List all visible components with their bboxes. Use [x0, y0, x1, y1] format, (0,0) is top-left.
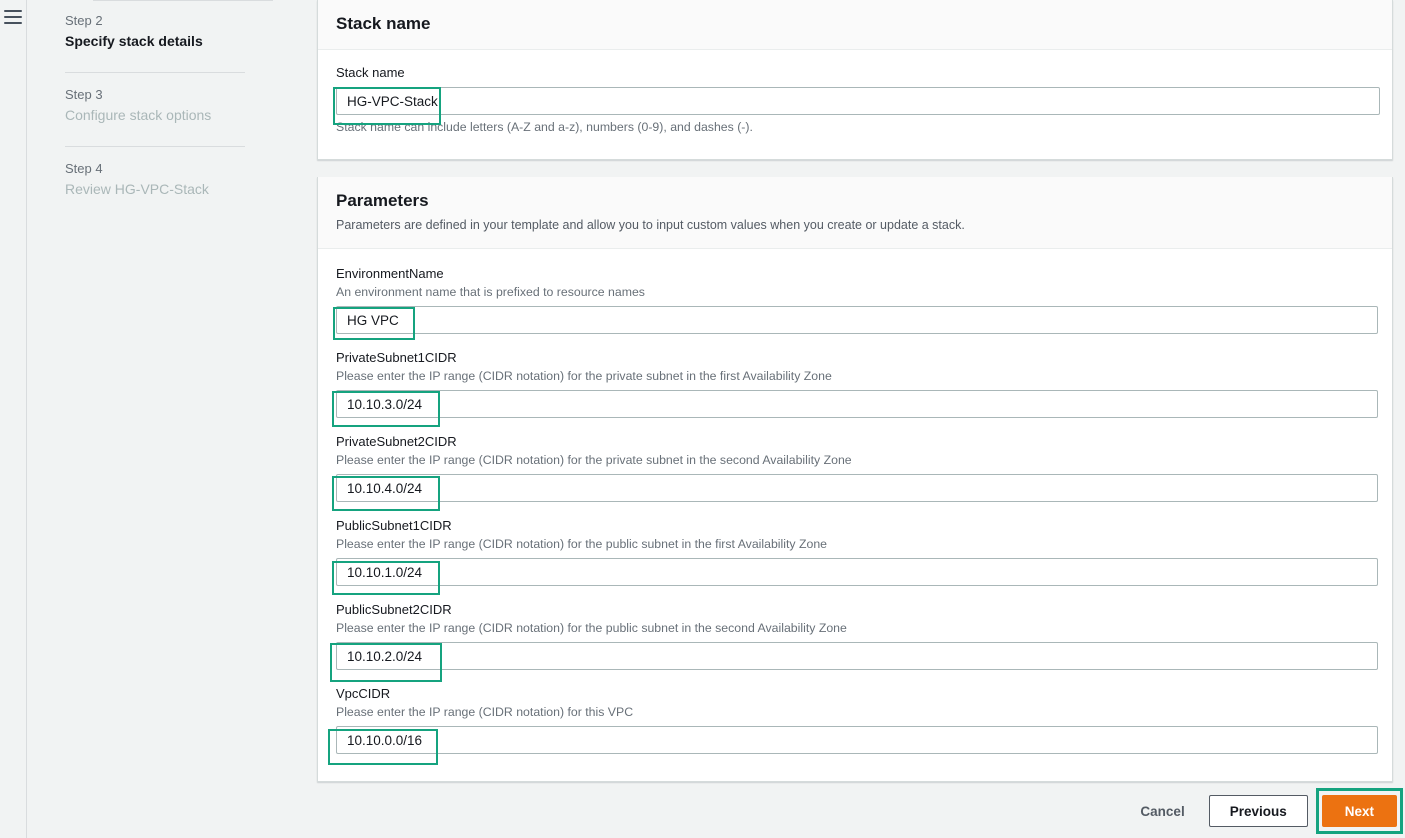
- parameter-field-privatesubnet1cidr: PrivateSubnet1CIDR Please enter the IP r…: [336, 349, 1378, 418]
- stack-name-hint: Stack name can include letters (A-Z and …: [336, 120, 753, 134]
- parameter-field-publicsubnet1cidr: PublicSubnet1CIDR Please enter the IP ra…: [336, 517, 1378, 586]
- parameter-description: Please enter the IP range (CIDR notation…: [336, 369, 832, 383]
- sidebar-item-step-4[interactable]: Step 4 Review HG-VPC-Stack: [28, 147, 316, 198]
- stack-name-field: Stack name Stack name can include letter…: [336, 64, 1380, 136]
- stack-name-label: Stack name: [336, 65, 405, 80]
- parameter-label: PrivateSubnet1CIDR: [336, 350, 457, 365]
- step-title: Review HG-VPC-Stack: [65, 181, 209, 197]
- previous-button[interactable]: Previous: [1208, 795, 1308, 827]
- step-divider: [93, 0, 273, 1]
- parameter-description: Please enter the IP range (CIDR notation…: [336, 537, 828, 551]
- step-number: Step 4: [65, 161, 103, 176]
- stack-name-input[interactable]: [336, 87, 1380, 115]
- step-number: Step 2: [65, 13, 103, 28]
- stack-name-card: Stack name Stack name Stack name can inc…: [317, 0, 1393, 160]
- step-title: Specify stack details: [65, 33, 203, 49]
- next-button-wrapper: Next: [1315, 788, 1403, 834]
- wizard-footer-actions: Cancel Previous Next: [1130, 788, 1403, 834]
- parameter-field-vpccidr: VpcCIDR Please enter the IP range (CIDR …: [336, 685, 1378, 754]
- parameters-description: Parameters are defined in your template …: [336, 218, 965, 232]
- parameters-card-header: Parameters Parameters are defined in you…: [318, 177, 1392, 249]
- parameter-description: Please enter the IP range (CIDR notation…: [336, 621, 847, 635]
- parameter-field-environmentname: EnvironmentName An environment name that…: [336, 265, 1378, 334]
- parameter-input-publicsubnet2cidr[interactable]: [336, 642, 1378, 670]
- stack-name-card-header: Stack name: [318, 0, 1392, 50]
- parameter-description: Please enter the IP range (CIDR notation…: [336, 705, 634, 719]
- hamburger-menu-icon[interactable]: [4, 10, 22, 24]
- step-number: Step 3: [65, 87, 103, 102]
- parameters-heading: Parameters: [336, 191, 429, 210]
- parameter-field-publicsubnet2cidr: PublicSubnet2CIDR Please enter the IP ra…: [336, 601, 1378, 670]
- parameter-field-privatesubnet2cidr: PrivateSubnet2CIDR Please enter the IP r…: [336, 433, 1378, 502]
- cloudformation-specify-stack-details-page: Step 2 Specify stack details Step 3 Conf…: [0, 0, 1405, 838]
- stack-name-heading: Stack name: [336, 14, 431, 33]
- parameters-card-body: EnvironmentName An environment name that…: [318, 249, 1392, 772]
- parameter-label: PublicSubnet2CIDR: [336, 602, 452, 617]
- next-button[interactable]: Next: [1321, 795, 1397, 827]
- parameter-input-privatesubnet1cidr[interactable]: [336, 390, 1378, 418]
- left-rail: [0, 0, 27, 838]
- sidebar-item-step-3[interactable]: Step 3 Configure stack options: [28, 73, 316, 124]
- wizard-steps-sidebar: Step 2 Specify stack details Step 3 Conf…: [28, 0, 316, 838]
- main-content: Stack name Stack name Stack name can inc…: [316, 0, 1405, 838]
- step-title: Configure stack options: [65, 107, 212, 123]
- parameters-card: Parameters Parameters are defined in you…: [317, 177, 1393, 782]
- parameter-label: PublicSubnet1CIDR: [336, 518, 452, 533]
- parameter-input-environmentname[interactable]: [336, 306, 1378, 334]
- parameter-input-publicsubnet1cidr[interactable]: [336, 558, 1378, 586]
- stack-name-card-body: Stack name Stack name can include letter…: [318, 50, 1392, 154]
- parameter-description: Please enter the IP range (CIDR notation…: [336, 453, 852, 467]
- sidebar-item-step-2[interactable]: Step 2 Specify stack details: [28, 0, 316, 50]
- parameter-label: EnvironmentName: [336, 266, 444, 281]
- parameter-description: An environment name that is prefixed to …: [336, 285, 645, 299]
- parameter-input-privatesubnet2cidr[interactable]: [336, 474, 1378, 502]
- parameter-label: PrivateSubnet2CIDR: [336, 434, 457, 449]
- parameter-input-vpccidr[interactable]: [336, 726, 1378, 754]
- cancel-button[interactable]: Cancel: [1130, 798, 1194, 825]
- parameter-label: VpcCIDR: [336, 686, 391, 701]
